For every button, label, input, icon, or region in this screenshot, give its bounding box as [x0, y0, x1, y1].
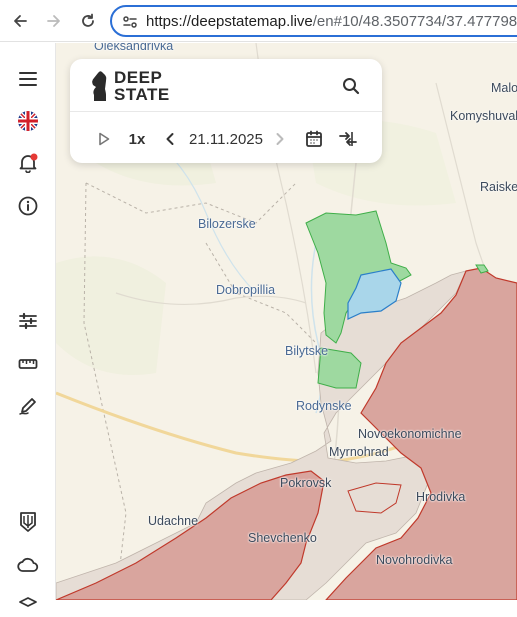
- forward-button[interactable]: [44, 11, 64, 31]
- url-path: /en#10/48.3507734/37.4777985: [312, 13, 517, 30]
- hamburger-icon: [19, 72, 37, 86]
- place-label: Novohrodivka: [376, 553, 453, 567]
- ruler-icon: [18, 359, 38, 369]
- logo-line2: STATE: [114, 85, 170, 104]
- search-button[interactable]: [336, 73, 366, 99]
- filters-button[interactable]: [14, 307, 42, 335]
- pencil-draw-icon: [19, 398, 36, 415]
- control-panel: DEEP STATE 1x 21.11.2025: [70, 59, 382, 163]
- coat-of-arms-button[interactable]: [14, 508, 42, 536]
- arrow-left-icon: [14, 15, 27, 27]
- layers-icon: [19, 597, 37, 607]
- cloud-icon: [17, 557, 39, 572]
- logo-text: DEEP STATE: [114, 69, 170, 103]
- next-date-button[interactable]: [270, 127, 290, 151]
- panel-divider: [70, 111, 382, 112]
- place-label: Rodynske: [296, 399, 352, 413]
- place-label: Novoekonomichne: [358, 427, 462, 441]
- site-settings-icon[interactable]: [122, 14, 138, 35]
- current-date[interactable]: 21.11.2025: [188, 127, 264, 151]
- info-button[interactable]: [14, 192, 42, 220]
- chevron-right-icon: [276, 133, 284, 145]
- notifications-button[interactable]: [14, 149, 42, 177]
- url-host: https://deepstatemap.live: [146, 13, 313, 30]
- place-label: Udachne: [148, 514, 199, 528]
- place-label: Raiske: [480, 180, 517, 194]
- calendar-button[interactable]: [302, 127, 326, 151]
- cloud-button[interactable]: [14, 551, 42, 579]
- menu-button[interactable]: [14, 65, 42, 93]
- compare-button[interactable]: [334, 127, 362, 151]
- place-label: Shevchenko: [248, 531, 317, 545]
- previous-date-button[interactable]: [160, 127, 180, 151]
- language-button[interactable]: [14, 107, 42, 135]
- place-label: Bilytske: [285, 344, 329, 358]
- place-label: Myrnohrad: [329, 445, 389, 459]
- play-icon: [99, 132, 110, 146]
- bell-icon: [19, 153, 38, 173]
- calendar-icon: [306, 130, 322, 147]
- place-label: Oleksandrivka: [94, 43, 174, 53]
- search-icon: [343, 78, 360, 95]
- sliders-icon: [19, 312, 37, 330]
- reload-icon: [82, 13, 94, 27]
- chevron-left-icon: [166, 133, 174, 145]
- back-button[interactable]: [10, 11, 30, 31]
- sidebar: [0, 43, 56, 607]
- reload-button[interactable]: [78, 11, 98, 31]
- place-label: Bilozerske: [198, 217, 256, 231]
- ruler-button[interactable]: [14, 350, 42, 378]
- deepstate-logo[interactable]: DEEP STATE: [90, 67, 170, 103]
- compare-arrows-icon: [339, 132, 357, 146]
- play-button[interactable]: [94, 127, 114, 151]
- info-icon: [18, 196, 38, 216]
- knight-logo-icon: [92, 71, 107, 101]
- url-text: https://deepstatemap.live/en#10/48.35077…: [146, 13, 517, 30]
- arrow-right-icon: [47, 15, 60, 27]
- browser-toolbar: https://deepstatemap.live/en#10/48.35077…: [0, 0, 517, 42]
- speed-button[interactable]: 1x: [124, 127, 150, 151]
- place-label: Dobropillia: [216, 283, 276, 297]
- place-label: Komyshuvak: [450, 109, 517, 123]
- place-label: Malo: [491, 81, 517, 95]
- place-label: Pokrovsk: [280, 476, 332, 490]
- trident-icon: [20, 512, 36, 532]
- address-bar[interactable]: https://deepstatemap.live/en#10/48.35077…: [110, 5, 517, 37]
- uk-flag-icon: [18, 111, 38, 131]
- draw-button[interactable]: [14, 392, 42, 420]
- logo-line1: DEEP: [114, 68, 163, 87]
- layers-button[interactable]: [14, 589, 42, 617]
- place-label: Hrodivka: [416, 490, 466, 504]
